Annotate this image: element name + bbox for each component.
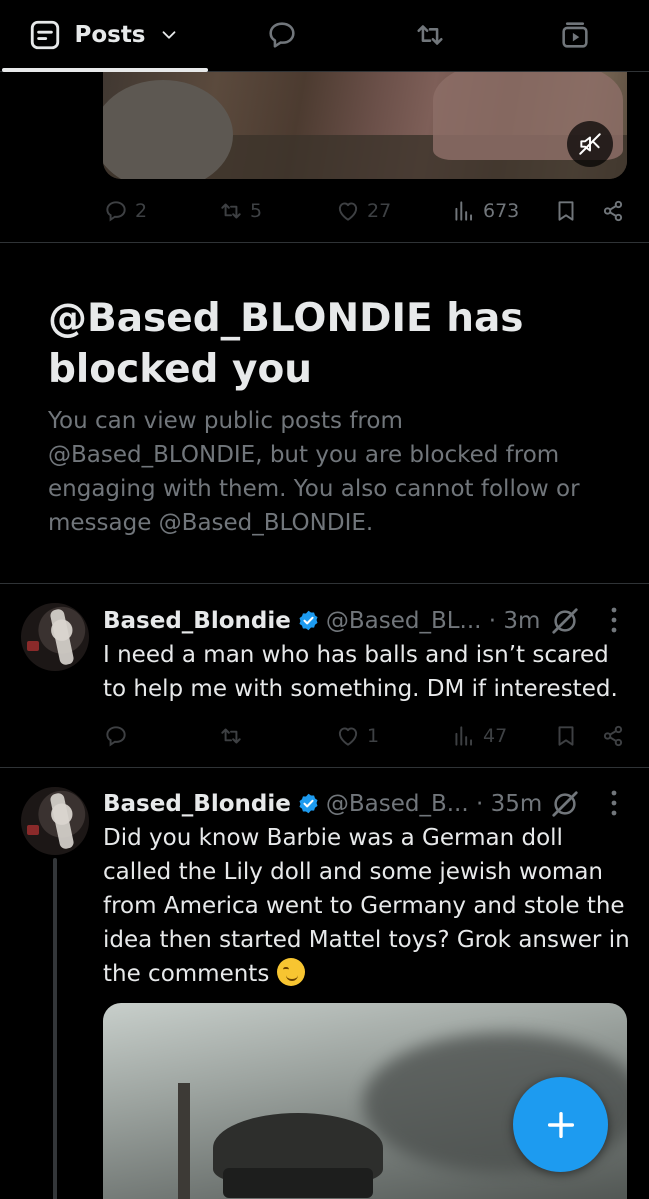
verified-badge-icon [299, 610, 318, 631]
post-text: Did you know Barbie was a German doll ca… [103, 825, 630, 987]
avatar-detail [27, 825, 39, 835]
divider [0, 242, 649, 243]
tab-replies[interactable] [232, 0, 332, 70]
like-count: 27 [367, 200, 392, 222]
heart-icon [338, 727, 358, 746]
views-icon [455, 201, 473, 221]
author-handle: @Based_B... [325, 791, 469, 817]
reply-count: 2 [135, 200, 148, 222]
replies-icon [269, 22, 295, 48]
avatar-detail [49, 792, 75, 850]
post-time: · 35m [475, 791, 543, 817]
bookmark-button[interactable] [553, 193, 585, 229]
bookmark-icon [558, 201, 574, 221]
share-icon [603, 725, 623, 747]
tab-reposts[interactable] [380, 0, 480, 70]
avatar[interactable] [21, 787, 89, 855]
views-button[interactable]: 673 [451, 193, 519, 229]
blocked-notice-title: @Based_BLONDIE has blocked you [48, 296, 524, 392]
heart-icon [338, 202, 358, 221]
post-actions: 1 47 [103, 718, 627, 754]
repost-button[interactable]: 5 [218, 193, 262, 229]
avatar-detail [27, 641, 39, 651]
repost-button[interactable] [218, 718, 250, 754]
compose-post-button[interactable] [513, 1077, 608, 1172]
thread-line [53, 858, 57, 1199]
divider [0, 767, 649, 768]
share-button[interactable] [600, 718, 632, 754]
media-icon [562, 22, 588, 48]
grok-icon[interactable] [550, 606, 580, 636]
tab-posts-label: Posts [74, 22, 146, 48]
reply-button[interactable] [103, 718, 135, 754]
posts-list-icon [31, 20, 60, 50]
chevron-down-icon[interactable] [158, 24, 180, 46]
repost-count: 5 [250, 200, 263, 222]
post-body: Did you know Barbie was a German doll ca… [103, 821, 633, 991]
repost-icon [221, 203, 241, 219]
active-tab-indicator [2, 68, 208, 72]
divider [0, 583, 649, 584]
verified-badge-icon [299, 793, 318, 814]
plus-icon [547, 1111, 574, 1138]
tab-media[interactable] [525, 0, 625, 70]
speaker-muted-icon [579, 133, 601, 155]
like-button[interactable]: 27 [335, 193, 391, 229]
more-options-icon[interactable] [610, 606, 618, 634]
views-icon [455, 726, 473, 746]
views-button[interactable]: 47 [451, 718, 507, 754]
share-icon [603, 200, 623, 222]
more-options-icon[interactable] [610, 789, 618, 817]
video-frame-detail [103, 80, 233, 179]
like-button[interactable]: 1 [335, 718, 379, 754]
author-name[interactable]: Based_Blondie [103, 608, 291, 634]
smirking-face-emoji-icon [276, 958, 305, 986]
like-count: 1 [367, 725, 380, 747]
view-count: 47 [483, 725, 508, 747]
blocked-notice-body: You can view public posts from @Based_BL… [48, 408, 580, 536]
grok-icon[interactable] [550, 789, 580, 819]
reply-icon [106, 726, 126, 747]
share-button[interactable] [600, 193, 632, 229]
post-time: · 3m [488, 608, 541, 634]
bookmark-button[interactable] [553, 718, 585, 754]
author-name[interactable]: Based_Blondie [103, 791, 291, 817]
mute-button[interactable] [567, 121, 613, 167]
reply-icon [106, 201, 126, 222]
author-handle: @Based_BL... [325, 608, 482, 634]
image-detail [178, 1083, 190, 1199]
avatar-detail [49, 608, 75, 666]
image-detail [223, 1168, 373, 1198]
post-actions: 2 5 27 673 [103, 193, 627, 229]
profile-tab-bar: Posts [0, 0, 649, 72]
repost-icon [221, 728, 241, 744]
avatar[interactable] [21, 603, 89, 671]
reply-button[interactable]: 2 [103, 193, 147, 229]
tab-posts[interactable]: Posts [0, 0, 208, 70]
post-text: I need a man who has balls and isn’t sca… [103, 642, 618, 702]
bookmark-icon [558, 726, 574, 746]
view-count: 673 [483, 200, 520, 222]
reposts-icon [417, 25, 443, 45]
